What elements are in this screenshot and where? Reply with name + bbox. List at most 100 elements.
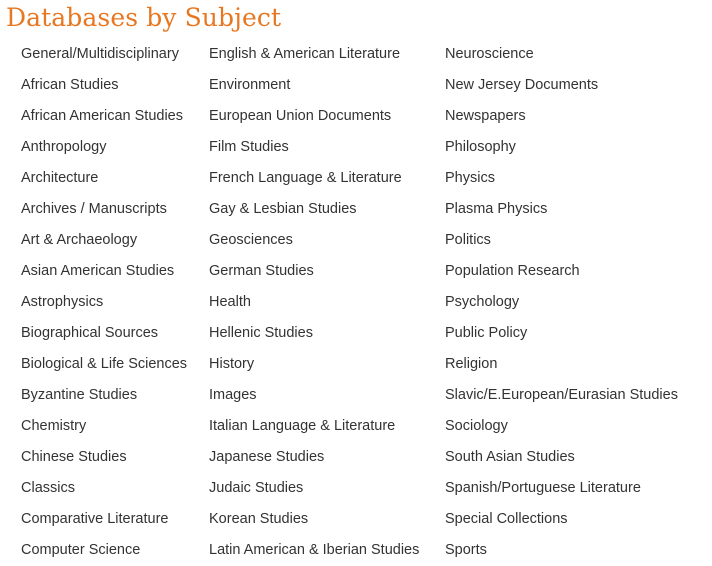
list-item: Judaic Studies bbox=[209, 472, 419, 503]
subject-link[interactable]: Chinese Studies bbox=[21, 449, 127, 465]
subject-link[interactable]: Public Policy bbox=[445, 325, 527, 341]
subject-link[interactable]: Classics bbox=[21, 480, 75, 496]
subject-link[interactable]: African Studies bbox=[21, 77, 119, 93]
subject-link[interactable]: South Asian Studies bbox=[445, 449, 575, 465]
subject-link[interactable]: Plasma Physics bbox=[445, 201, 547, 217]
subject-link[interactable]: History bbox=[209, 356, 254, 372]
subject-link[interactable]: Hellenic Studies bbox=[209, 325, 313, 341]
list-item: English & American Literature bbox=[209, 38, 419, 69]
subject-link[interactable]: Images bbox=[209, 387, 257, 403]
list-item: Biological & Life Sciences bbox=[21, 348, 187, 379]
list-item: Philosophy bbox=[445, 131, 678, 162]
list-item: Images bbox=[209, 379, 419, 410]
subject-column-1: General/Multidisciplinary African Studie… bbox=[21, 38, 187, 565]
list-item: History bbox=[209, 348, 419, 379]
subject-link[interactable]: Spanish/Portuguese Literature bbox=[445, 480, 641, 496]
subject-link[interactable]: Physics bbox=[445, 170, 495, 186]
list-item: Gay & Lesbian Studies bbox=[209, 193, 419, 224]
subject-link[interactable]: Sociology bbox=[445, 418, 508, 434]
list-item: New Jersey Documents bbox=[445, 69, 678, 100]
subject-link[interactable]: Asian American Studies bbox=[21, 263, 174, 279]
subject-link[interactable]: Religion bbox=[445, 356, 497, 372]
list-item: Anthropology bbox=[21, 131, 187, 162]
list-item: Byzantine Studies bbox=[21, 379, 187, 410]
list-item: Public Policy bbox=[445, 317, 678, 348]
list-item: Chinese Studies bbox=[21, 441, 187, 472]
subject-link[interactable]: Newspapers bbox=[445, 108, 526, 124]
list-item: African Studies bbox=[21, 69, 187, 100]
subject-link[interactable]: Health bbox=[209, 294, 251, 310]
list-item: Plasma Physics bbox=[445, 193, 678, 224]
subject-link[interactable]: English & American Literature bbox=[209, 46, 400, 62]
subject-link[interactable]: Film Studies bbox=[209, 139, 289, 155]
subject-link[interactable]: Anthropology bbox=[21, 139, 106, 155]
list-item: Psychology bbox=[445, 286, 678, 317]
list-item: South Asian Studies bbox=[445, 441, 678, 472]
subject-link[interactable]: Comparative Literature bbox=[21, 511, 169, 527]
list-item: Film Studies bbox=[209, 131, 419, 162]
list-item: Biographical Sources bbox=[21, 317, 187, 348]
subject-link[interactable]: Neuroscience bbox=[445, 46, 534, 62]
subject-link[interactable]: General/Multidisciplinary bbox=[21, 46, 179, 62]
subject-link[interactable]: Byzantine Studies bbox=[21, 387, 137, 403]
subject-column-2: English & American Literature Environmen… bbox=[209, 38, 419, 565]
subject-link[interactable]: Latin American & Iberian Studies bbox=[209, 542, 419, 558]
subject-link[interactable]: Art & Archaeology bbox=[21, 232, 137, 248]
list-item: Special Collections bbox=[445, 503, 678, 534]
subject-link[interactable]: Chemistry bbox=[21, 418, 86, 434]
list-item: Classics bbox=[21, 472, 187, 503]
list-item: Computer Science bbox=[21, 534, 187, 565]
subject-link[interactable]: Archives / Manuscripts bbox=[21, 201, 167, 217]
list-item: Politics bbox=[445, 224, 678, 255]
subject-link[interactable]: Italian Language & Literature bbox=[209, 418, 395, 434]
list-item: Population Research bbox=[445, 255, 678, 286]
list-item: Hellenic Studies bbox=[209, 317, 419, 348]
subject-link[interactable]: Psychology bbox=[445, 294, 519, 310]
subject-link[interactable]: Environment bbox=[209, 77, 290, 93]
list-item: Environment bbox=[209, 69, 419, 100]
list-item: Japanese Studies bbox=[209, 441, 419, 472]
list-item: Italian Language & Literature bbox=[209, 410, 419, 441]
subject-link[interactable]: Politics bbox=[445, 232, 491, 248]
subject-link[interactable]: Judaic Studies bbox=[209, 480, 303, 496]
subject-link[interactable]: Astrophysics bbox=[21, 294, 103, 310]
list-item: Art & Archaeology bbox=[21, 224, 187, 255]
page-title: Databases by Subject bbox=[6, 3, 282, 32]
list-item: Chemistry bbox=[21, 410, 187, 441]
subject-link[interactable]: Biographical Sources bbox=[21, 325, 158, 341]
subject-link[interactable]: Sports bbox=[445, 542, 487, 558]
subject-link[interactable]: French Language & Literature bbox=[209, 170, 402, 186]
list-item: Religion bbox=[445, 348, 678, 379]
list-item: Spanish/Portuguese Literature bbox=[445, 472, 678, 503]
list-item: Neuroscience bbox=[445, 38, 678, 69]
list-item: General/Multidisciplinary bbox=[21, 38, 187, 69]
subject-link[interactable]: Geosciences bbox=[209, 232, 293, 248]
subject-link[interactable]: Korean Studies bbox=[209, 511, 308, 527]
subject-link[interactable]: Computer Science bbox=[21, 542, 140, 558]
subject-link[interactable]: Architecture bbox=[21, 170, 98, 186]
subject-link[interactable]: Special Collections bbox=[445, 511, 568, 527]
list-item: Architecture bbox=[21, 162, 187, 193]
subject-link[interactable]: New Jersey Documents bbox=[445, 77, 598, 93]
list-item: Geosciences bbox=[209, 224, 419, 255]
list-item: Sociology bbox=[445, 410, 678, 441]
subject-link[interactable]: African American Studies bbox=[21, 108, 183, 124]
subject-link[interactable]: Japanese Studies bbox=[209, 449, 324, 465]
list-item: Korean Studies bbox=[209, 503, 419, 534]
list-item: Comparative Literature bbox=[21, 503, 187, 534]
subject-link[interactable]: Population Research bbox=[445, 263, 580, 279]
list-item: Astrophysics bbox=[21, 286, 187, 317]
subject-link[interactable]: Philosophy bbox=[445, 139, 516, 155]
list-item: Sports bbox=[445, 534, 678, 565]
subject-link[interactable]: German Studies bbox=[209, 263, 314, 279]
list-item: French Language & Literature bbox=[209, 162, 419, 193]
subject-link[interactable]: Slavic/E.European/Eurasian Studies bbox=[445, 387, 678, 403]
subject-link[interactable]: European Union Documents bbox=[209, 108, 391, 124]
subject-link[interactable]: Gay & Lesbian Studies bbox=[209, 201, 357, 217]
subject-link[interactable]: Biological & Life Sciences bbox=[21, 356, 187, 372]
list-item: European Union Documents bbox=[209, 100, 419, 131]
list-item: Slavic/E.European/Eurasian Studies bbox=[445, 379, 678, 410]
list-item: Physics bbox=[445, 162, 678, 193]
list-item: Latin American & Iberian Studies bbox=[209, 534, 419, 565]
list-item: Newspapers bbox=[445, 100, 678, 131]
